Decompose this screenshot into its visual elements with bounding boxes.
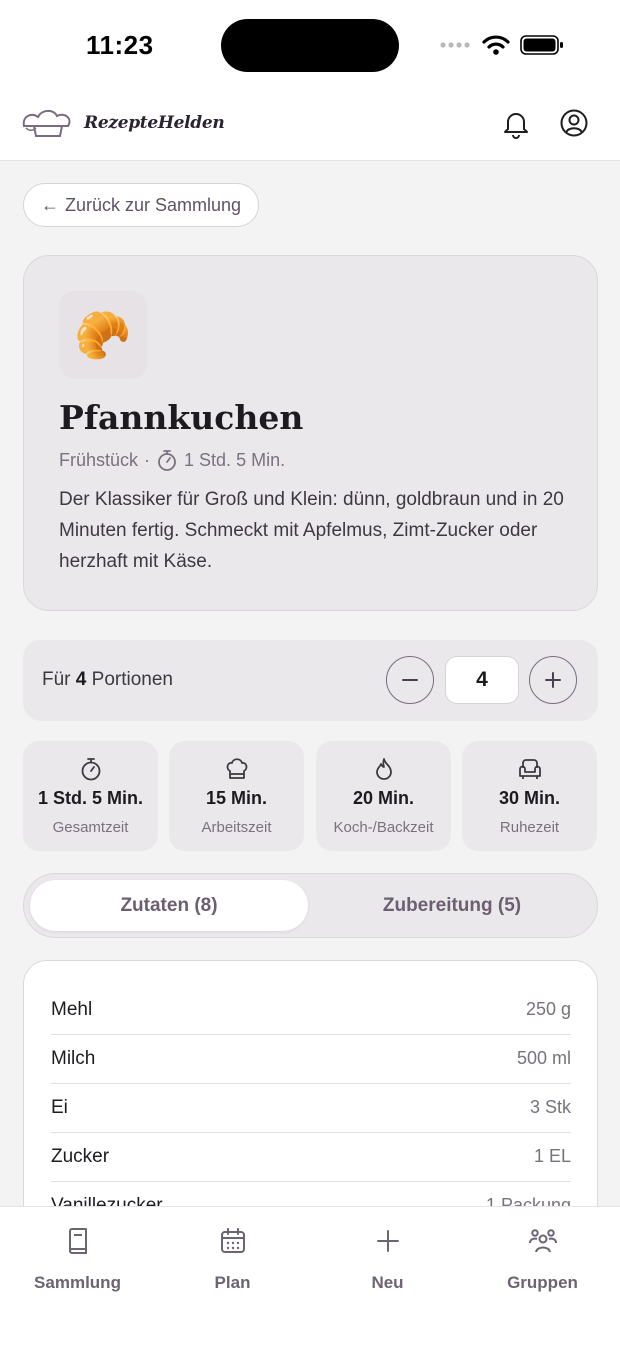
flame-icon	[375, 758, 392, 780]
plus-icon	[545, 672, 561, 688]
signal-icon	[440, 42, 470, 48]
chef-hat-logo-icon	[22, 109, 71, 137]
nav-label: Neu	[371, 1273, 404, 1292]
ingredient-name: Ei	[51, 1097, 68, 1118]
chef-hat-icon	[226, 758, 247, 779]
dynamic-island	[221, 19, 399, 72]
stat-value: 15 Min.	[205, 788, 267, 808]
ingredient-name: Milch	[51, 1048, 96, 1069]
ingredient-quantity: 1 EL	[533, 1146, 571, 1166]
app-header: RezepteHelden	[0, 92, 620, 161]
stat-work-time: 15 Min. Arbeitszeit	[169, 741, 304, 851]
ingredient-quantity: 3 Stk	[529, 1097, 571, 1117]
nav-item-groups[interactable]: Gruppen	[465, 1227, 620, 1293]
stat-label: Koch-/Backzeit	[333, 819, 434, 836]
armchair-icon	[518, 759, 541, 779]
calendar-icon	[220, 1228, 245, 1253]
list-item: Ei 3 Stk	[51, 1084, 571, 1133]
profile-button[interactable]	[559, 108, 589, 143]
bottom-navigation: Sammlung Plan Neu Gruppen	[0, 1206, 620, 1347]
stat-label: Gesamtzeit	[52, 819, 129, 836]
stat-label: Ruhezeit	[499, 819, 560, 836]
nav-label: Gruppen	[507, 1273, 578, 1292]
minus-icon	[402, 679, 418, 681]
group-icon	[528, 1229, 557, 1253]
stat-value: 1 Std. 5 Min.	[37, 788, 143, 808]
status-time: 11:23	[86, 30, 154, 60]
stopwatch-icon	[81, 758, 100, 781]
recipe-category: Frühstück	[59, 449, 139, 470]
recipe-description: Der Klassiker für Groß und Klein: dünn, …	[59, 489, 564, 572]
back-button-label: Zurück zur Sammlung	[65, 194, 242, 215]
stat-label: Arbeitszeit	[201, 819, 272, 836]
stat-cook-time: 20 Min. Koch-/Backzeit	[316, 741, 451, 851]
list-item: Mehl 250 g	[51, 986, 571, 1035]
bell-icon	[504, 113, 528, 139]
tab-ingredients[interactable]: Zutaten (8)	[30, 880, 308, 931]
book-icon	[68, 1228, 87, 1254]
recipe-tabs: Zutaten (8) Zubereitung (5)	[23, 873, 598, 938]
nav-item-new[interactable]: Neu	[310, 1227, 465, 1293]
recipe-title: Pfannkuchen	[59, 398, 304, 437]
nav-label: Plan	[214, 1273, 251, 1292]
recipe-emoji-tile: 🥐	[59, 291, 147, 379]
servings-panel: Für 4 Portionen 4	[23, 640, 598, 721]
wifi-icon	[482, 35, 510, 55]
servings-suffix: Portionen	[91, 669, 173, 690]
notifications-button[interactable]	[502, 109, 530, 144]
app-logo[interactable]: RezepteHelden	[20, 106, 225, 140]
tab-preparation[interactable]: Zubereitung (5)	[313, 880, 591, 931]
servings-label: Für 4 Portionen	[42, 669, 173, 691]
user-icon	[560, 109, 588, 137]
app-name: RezepteHelden	[84, 113, 225, 133]
battery-icon	[520, 35, 563, 55]
system-icons	[440, 34, 564, 56]
stat-rest-time: 30 Min. Ruhezeit	[462, 741, 597, 851]
ingredient-quantity: 250 g	[525, 999, 571, 1019]
meta-separator: ·	[144, 449, 151, 470]
stat-value: 30 Min.	[498, 788, 560, 808]
nav-item-collection[interactable]: Sammlung	[0, 1227, 155, 1293]
list-item: Zucker 1 EL	[51, 1133, 571, 1182]
plus-icon	[376, 1230, 399, 1252]
decrease-servings-button[interactable]	[386, 656, 434, 704]
increase-servings-button[interactable]	[529, 656, 577, 704]
servings-count: 4	[75, 669, 87, 690]
croissant-icon: 🥐	[74, 309, 132, 361]
recipe-total-time: 1 Std. 5 Min.	[184, 449, 286, 470]
arrow-left-icon: ←	[41, 194, 59, 215]
nav-label: Sammlung	[34, 1273, 121, 1292]
recipe-meta: Frühstück · 1 Std. 5 Min.	[59, 449, 285, 471]
ingredient-name: Zucker	[51, 1146, 110, 1167]
ingredient-name: Mehl	[51, 999, 93, 1020]
list-item: Milch 500 ml	[51, 1035, 571, 1084]
stat-total-time: 1 Std. 5 Min. Gesamtzeit	[23, 741, 158, 851]
recipe-hero-card: 🥐 Pfannkuchen Frühstück · 1 Std. 5 Min. …	[23, 255, 598, 611]
ingredient-quantity: 500 ml	[516, 1048, 571, 1068]
back-to-collection-button[interactable]: ← Zurück zur Sammlung	[23, 183, 260, 227]
stopwatch-icon	[158, 450, 176, 471]
stat-value: 20 Min.	[352, 788, 414, 808]
nav-item-plan[interactable]: Plan	[155, 1227, 310, 1293]
servings-input[interactable]: 4	[445, 656, 519, 704]
status-bar: 11:23	[0, 0, 620, 92]
servings-prefix: Für	[42, 669, 71, 690]
